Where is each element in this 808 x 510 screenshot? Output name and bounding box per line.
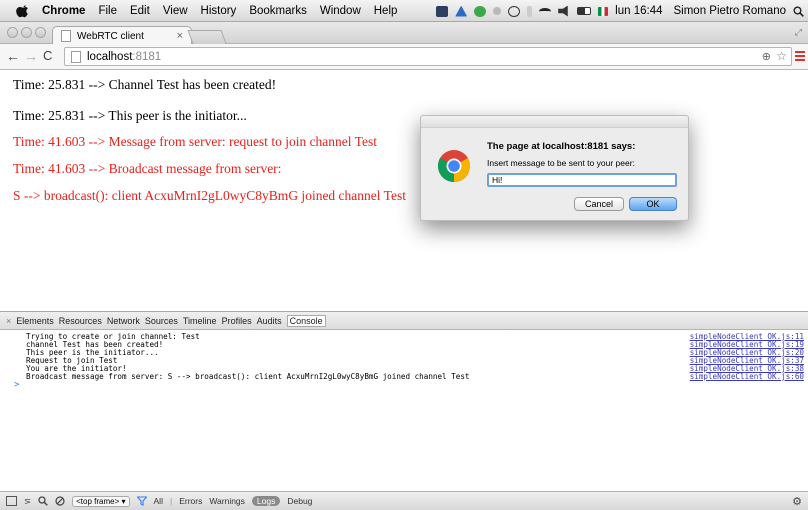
menu-extras: lun 16:44 Simon Pietro Romano — [436, 0, 808, 21]
menu-help[interactable]: Help — [374, 5, 398, 17]
message-line: S --> broadcast(): client AcxuMrnI2gL0wy… — [13, 188, 406, 203]
filter-logs[interactable]: Logs — [251, 496, 281, 506]
message-line: Time: 41.603 --> Message from server: re… — [13, 134, 377, 149]
volume-icon[interactable] — [558, 5, 568, 17]
tab-audits[interactable]: Audits — [257, 316, 282, 326]
devtools-panel: × Elements Resources Network Sources Tim… — [0, 311, 808, 510]
page-icon — [71, 50, 81, 63]
console-log-row: Broadcast message from server: S --> bro… — [26, 373, 808, 381]
tab-close-icon[interactable]: × — [177, 30, 183, 42]
url-port: :8181 — [132, 50, 162, 63]
wifi-icon[interactable] — [539, 7, 552, 15]
fullscreen-icon[interactable]: ⤢ — [795, 27, 802, 38]
dialog-title: The page at localhost:8181 says: — [487, 141, 636, 152]
frame-select-value: <top frame> — [76, 496, 120, 506]
devtools-status-bar: ⋝ <top frame> ▾ All | Errors Warnings Lo… — [0, 491, 808, 510]
filter-icon[interactable] — [136, 496, 147, 506]
menubar-user[interactable]: Simon Pietro Romano — [674, 5, 787, 17]
menu-file[interactable]: File — [98, 5, 117, 17]
page-favicon-icon — [61, 30, 71, 42]
console-output: Trying to create or join channel: Test s… — [0, 330, 808, 490]
message-line: Time: 25.831 --> This peer is the initia… — [13, 108, 247, 123]
browser-tab[interactable]: WebRTC client × — [52, 26, 192, 45]
menu-edit[interactable]: Edit — [130, 5, 150, 17]
browser-tab-strip: WebRTC client × ⤢ — [0, 22, 808, 45]
chrome-menu-icon[interactable] — [795, 51, 805, 62]
message-line: Time: 41.603 --> Broadcast message from … — [13, 161, 282, 176]
drive-icon[interactable] — [455, 5, 468, 17]
menu-window[interactable]: Window — [320, 5, 361, 17]
tab-console[interactable]: Console — [286, 314, 326, 327]
flag-italy-icon[interactable] — [598, 6, 609, 16]
status-dot-icon[interactable] — [493, 7, 502, 15]
tab-title: WebRTC client — [77, 30, 144, 42]
apple-icon[interactable] — [16, 4, 30, 18]
menu-bookmarks[interactable]: Bookmarks — [249, 5, 307, 17]
message-line: Time: 25.831 --> Channel Test has been c… — [13, 77, 277, 92]
menu-view[interactable]: View — [163, 5, 188, 17]
prompt-dialog: The page at localhost:8181 says: Insert … — [420, 115, 689, 221]
tab-network[interactable]: Network — [107, 316, 140, 326]
tab-sources[interactable]: Sources — [145, 316, 178, 326]
sync-icon[interactable] — [474, 5, 487, 17]
forward-arrow-icon[interactable]: → — [24, 48, 38, 64]
devtools-tab-bar: × Elements Resources Network Sources Tim… — [0, 312, 808, 330]
spotlight-icon[interactable] — [793, 6, 804, 17]
log-source-link[interactable]: simpleNodeClient_OK.js:60 — [690, 373, 804, 381]
search-icon[interactable] — [38, 496, 48, 506]
address-bar[interactable]: localhost :8181 ⊕ ☆ — [64, 47, 792, 66]
bluetooth-icon[interactable] — [527, 5, 533, 17]
show-drawer-icon[interactable]: ⋝ — [24, 496, 31, 507]
tab-elements[interactable]: Elements — [16, 316, 54, 326]
filter-errors[interactable]: Errors — [179, 496, 202, 506]
url-host: localhost — [87, 50, 133, 63]
console-prompt[interactable]: > — [14, 380, 19, 390]
back-arrow-icon[interactable]: ← — [6, 48, 20, 64]
browser-toolbar: ← → C localhost :8181 ⊕ ☆ — [0, 44, 808, 70]
chrome-logo-icon — [437, 150, 471, 183]
tab-resources[interactable]: Resources — [59, 316, 102, 326]
frame-select[interactable]: <top frame> ▾ — [72, 495, 130, 507]
dialog-message: Insert message to be sent to your peer: — [487, 158, 635, 168]
menu-app-chrome[interactable]: Chrome — [42, 5, 85, 17]
window-minimize-button[interactable] — [21, 27, 32, 38]
filter-all[interactable]: All — [154, 496, 163, 506]
mac-menu-bar: Chrome File Edit View History Bookmarks … — [0, 0, 808, 22]
prompt-input[interactable] — [487, 173, 677, 187]
dock-icon[interactable] — [6, 496, 17, 506]
devtools-close-icon[interactable]: × — [6, 316, 11, 326]
tab-profiles[interactable]: Profiles — [222, 316, 252, 326]
filter-divider: | — [169, 496, 173, 506]
clear-console-icon[interactable] — [55, 496, 65, 506]
zoom-icon[interactable]: ⊕ — [762, 50, 771, 63]
new-tab-button[interactable] — [187, 30, 227, 44]
bookmark-star-icon[interactable]: ☆ — [776, 49, 787, 63]
time-machine-icon[interactable] — [508, 5, 521, 17]
gear-icon[interactable]: ⚙ — [792, 495, 802, 508]
battery-icon[interactable] — [577, 7, 592, 15]
tray-app-icon[interactable] — [436, 5, 449, 17]
dialog-titlebar — [421, 116, 688, 128]
filter-debug[interactable]: Debug — [287, 496, 312, 506]
tab-timeline[interactable]: Timeline — [183, 316, 217, 326]
reload-icon[interactable]: C — [43, 48, 52, 64]
filter-warnings[interactable]: Warnings — [209, 496, 245, 506]
window-close-button[interactable] — [7, 27, 18, 38]
ok-button[interactable]: OK — [629, 197, 677, 211]
log-text: Broadcast message from server: S --> bro… — [26, 372, 470, 381]
menu-history[interactable]: History — [201, 5, 237, 17]
cancel-button[interactable]: Cancel — [574, 197, 624, 211]
menubar-clock[interactable]: lun 16:44 — [615, 5, 662, 17]
window-zoom-button[interactable] — [35, 27, 46, 38]
